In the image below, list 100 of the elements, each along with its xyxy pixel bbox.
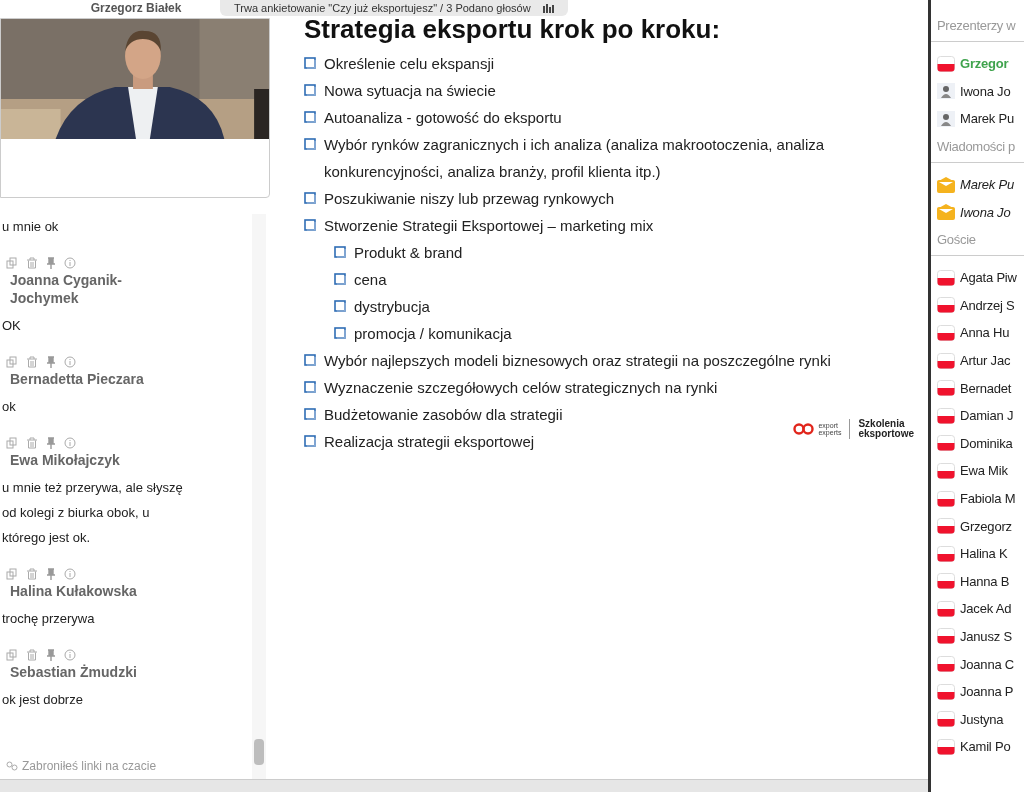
- flag-icon: [937, 269, 955, 286]
- participant-name[interactable]: Hanna B: [960, 573, 1010, 589]
- trash-icon[interactable]: [26, 257, 38, 269]
- participant-name[interactable]: Bernadet: [960, 380, 1012, 396]
- pin-icon[interactable]: [46, 649, 56, 661]
- trash-icon[interactable]: [26, 649, 38, 661]
- flag-icon: [937, 518, 955, 535]
- participant-name[interactable]: Iwona Jo: [960, 83, 1011, 99]
- participant-name[interactable]: Jacek Ad: [960, 601, 1012, 617]
- flag-icon: [937, 600, 955, 617]
- participant-name[interactable]: Grzegorz: [960, 518, 1012, 534]
- participant-name[interactable]: Kamil Po: [960, 739, 1011, 755]
- pin-icon[interactable]: [46, 568, 56, 580]
- copy-icon[interactable]: [6, 356, 18, 368]
- participant-name[interactable]: Marek Pu: [960, 177, 1015, 193]
- flag-icon: [937, 407, 955, 424]
- copy-icon[interactable]: [6, 649, 18, 661]
- info-icon[interactable]: [64, 437, 76, 449]
- trash-icon[interactable]: [26, 356, 38, 368]
- checkbox-icon: [334, 273, 346, 285]
- checkbox-icon: [334, 300, 346, 312]
- scrollbar[interactable]: [252, 214, 266, 779]
- flag-icon: [937, 380, 955, 397]
- participant-name[interactable]: Janusz S: [960, 629, 1012, 644]
- slide-bullet-text: Poszukiwanie niszy lub przewag rynkowych: [324, 189, 615, 209]
- flag-icon: [937, 490, 955, 507]
- checkbox-icon: [304, 408, 316, 420]
- participant-name[interactable]: Agata Piw: [960, 270, 1017, 286]
- checkbox-icon: [304, 354, 316, 366]
- message-author: Bernadetta Pieczara: [9, 370, 145, 388]
- flag-icon: [937, 656, 955, 673]
- message-text: u mnie ok: [2, 218, 60, 236]
- copy-icon[interactable]: [6, 568, 18, 580]
- slide-bullet-text: Określenie celu ekspansji: [324, 54, 495, 74]
- trash-icon[interactable]: [26, 437, 38, 449]
- flag-icon: [937, 545, 955, 562]
- info-icon[interactable]: [64, 257, 76, 269]
- message-author: Sebastian Żmudzki: [9, 663, 138, 681]
- slide-bullet-text: dystrybucja: [354, 297, 430, 317]
- flag-icon: [937, 573, 955, 590]
- section-header: Wiadomości p: [931, 134, 1024, 163]
- logo-icon: [793, 423, 816, 435]
- copy-icon[interactable]: [6, 437, 18, 449]
- participant-name[interactable]: Justyna: [960, 711, 1004, 727]
- participant-name[interactable]: Anna Hu: [960, 325, 1010, 341]
- slide-bullet-text: Stworzenie Strategii Eksportowej – marketing mix: [324, 216, 654, 236]
- message-text: ok: [2, 398, 17, 416]
- participant-name[interactable]: Dominika: [960, 435, 1013, 451]
- slide-bullet-text: Nowa sytuacja na świecie: [324, 81, 496, 101]
- section-header: Goście: [931, 227, 1024, 256]
- slide-bullet-text: Realizacja strategii eksportowej: [324, 432, 535, 452]
- participant-name[interactable]: Joanna P: [960, 684, 1014, 700]
- slide-title: Strategia eksportu krok po kroku:: [304, 16, 722, 42]
- message-text: trochę przerywa: [2, 610, 96, 628]
- flag-icon: [937, 711, 955, 728]
- slide-bullet-text: Wybór rynków zagranicznych i ich analiza (analiza makrootoczenia, analiza konkurencyjności, analiza branży, profil klienta itp.): [324, 135, 826, 182]
- checkbox-icon: [304, 111, 316, 123]
- copy-icon[interactable]: [6, 257, 18, 269]
- info-icon[interactable]: [64, 568, 76, 580]
- checkbox-icon: [304, 219, 316, 231]
- message-author: Ewa Mikołajczyk: [9, 451, 121, 469]
- message-author: Halina Kułakowska: [9, 582, 138, 600]
- checkbox-icon: [304, 138, 316, 150]
- logo-tagline: Szkolenia eksportowe: [849, 419, 914, 439]
- pin-icon[interactable]: [46, 356, 56, 368]
- flag-icon: [937, 435, 955, 452]
- trash-icon[interactable]: [26, 568, 38, 580]
- envelope-icon: [937, 176, 955, 193]
- message-author: Joanna Cyganik-Jochymek: [9, 271, 124, 307]
- section-header: Prezenterzy w: [931, 14, 1024, 42]
- flag-icon: [937, 297, 955, 314]
- pin-icon[interactable]: [46, 257, 56, 269]
- envelope-icon: [937, 204, 955, 221]
- bar-chart-icon[interactable]: [542, 3, 554, 13]
- message-text: u mnie też przerywa, ale słyszę od kolegi z biurka obok, u którego jest ok.: [2, 479, 184, 547]
- flag-icon: [937, 462, 955, 479]
- info-icon[interactable]: [64, 649, 76, 661]
- avatar-icon: [937, 111, 955, 127]
- slide-bullet-text: Budżetowanie zasobów dla strategii: [324, 405, 563, 425]
- participant-name[interactable]: Joanna C: [960, 656, 1015, 672]
- flag-icon: [937, 324, 955, 341]
- pin-icon[interactable]: [46, 437, 56, 449]
- checkbox-icon: [304, 192, 316, 204]
- participant-name[interactable]: Halina K: [960, 546, 1008, 562]
- participant-name[interactable]: Andrzej S: [960, 297, 1015, 313]
- chat-notice: Zabroniłeś linki na czacie: [22, 759, 157, 773]
- participant-name[interactable]: Ewa Mik: [960, 463, 1008, 479]
- participant-name[interactable]: Marek Pu: [960, 111, 1015, 127]
- message-text: ok jest dobrze: [2, 691, 84, 709]
- info-icon[interactable]: [64, 356, 76, 368]
- link-icon: [6, 761, 18, 771]
- avatar-icon: [937, 83, 955, 100]
- slide-bullet-text: Wybór najlepszych modeli biznesowych oraz strategii na poszczególne rynki: [324, 351, 831, 371]
- participant-name[interactable]: Fabiola M: [960, 491, 1016, 506]
- checkbox-icon: [304, 57, 316, 69]
- participant-name[interactable]: Iwona Jo: [960, 204, 1011, 220]
- participant-name[interactable]: Artur Jac: [960, 353, 1011, 369]
- flag-icon: [937, 628, 955, 645]
- message-text: OK: [2, 317, 22, 335]
- participant-name[interactable]: Damian J: [960, 408, 1014, 424]
